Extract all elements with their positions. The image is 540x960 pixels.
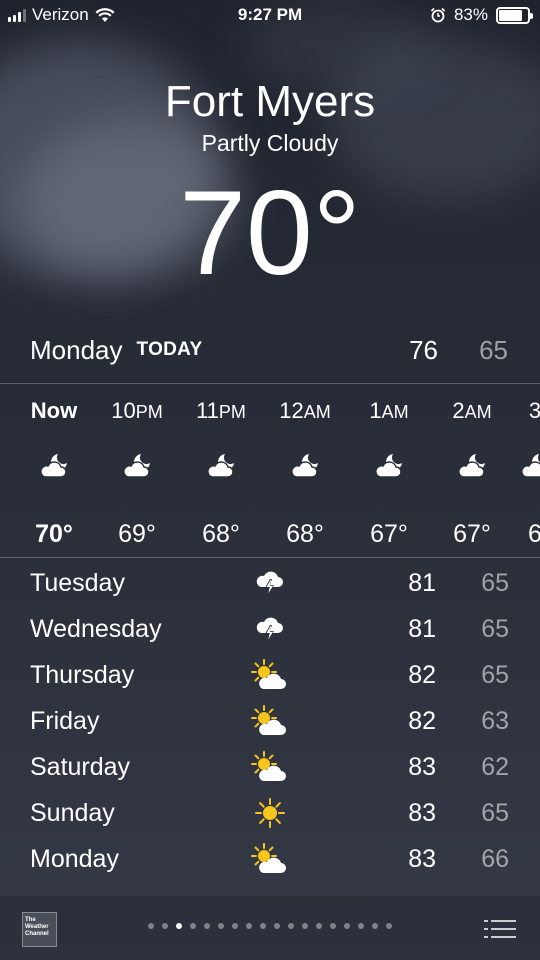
forecast-row: Friday 82 63 — [0, 698, 540, 744]
forecast-day: Thursday — [30, 660, 135, 689]
hour-label: 1 — [369, 398, 382, 423]
hour-label: 3 — [528, 398, 540, 423]
page-dot[interactable] — [288, 923, 294, 929]
today-summary: Monday TODAY 76 65 — [30, 328, 510, 372]
page-dot[interactable] — [260, 923, 266, 929]
forecast-row: Sunday 83 65 — [0, 790, 540, 836]
hour-column: 10PM 69° — [97, 384, 177, 549]
page-dot[interactable] — [274, 923, 280, 929]
partly-sunny-icon — [251, 843, 286, 873]
hour-temperature: 70° — [35, 520, 73, 548]
partly-sunny-icon — [251, 751, 286, 781]
forecast-row: Wednesday 81 65 — [0, 606, 540, 652]
thunderstorm-icon — [256, 571, 283, 596]
forecast-low: 65 — [481, 614, 509, 643]
forecast-low: 66 — [481, 844, 509, 873]
page-dot[interactable] — [148, 923, 154, 929]
hour-temperature: 68° — [286, 520, 324, 548]
forecast-row: Monday 83 66 — [0, 836, 540, 882]
page-dot[interactable] — [344, 923, 350, 929]
page-dot[interactable] — [358, 923, 364, 929]
page-indicator[interactable] — [0, 923, 540, 929]
forecast-low: 62 — [481, 752, 509, 781]
hour-column: 1AM 67° — [349, 384, 429, 549]
today-day: Monday — [30, 334, 123, 365]
hour-label: 12 — [279, 398, 304, 423]
page-dot[interactable] — [190, 923, 196, 929]
page-dot[interactable] — [316, 923, 322, 929]
forecast-day: Saturday — [30, 752, 131, 781]
page-dot[interactable] — [246, 923, 252, 929]
page-dot[interactable] — [372, 923, 378, 929]
forecast-day: Wednesday — [30, 614, 162, 643]
hour-temperature: 69° — [118, 520, 156, 548]
forecast-high: 83 — [408, 844, 436, 873]
battery-icon — [496, 6, 533, 24]
forecast-high: 83 — [408, 798, 436, 827]
forecast-low: 65 — [481, 660, 509, 689]
page-dot[interactable] — [162, 923, 168, 929]
forecast-low: 63 — [481, 706, 509, 735]
weather-channel-logo[interactable]: The Weather Channel — [22, 912, 57, 947]
forecast-row: Thursday 82 65 — [0, 652, 540, 698]
hour-label: Now — [30, 398, 78, 423]
alarm-icon — [430, 7, 446, 23]
today-low: 65 — [479, 334, 508, 365]
partly-cloudy-night-icon — [521, 454, 540, 478]
hour-temperature: 67° — [370, 520, 408, 548]
hourly-forecast[interactable]: Now 70° 10PM 69° 11PM 68° 12AM 68° 1AM 6… — [0, 384, 540, 556]
hour-column: 11PM 68° — [181, 384, 261, 549]
forecast-day: Sunday — [30, 798, 115, 827]
forecast-high: 83 — [408, 752, 436, 781]
city-name: Fort Myers — [164, 77, 376, 126]
daily-forecast[interactable]: Tuesday 81 65 Wednesday 81 65 Thursday 8… — [0, 560, 540, 896]
partly-cloudy-night-icon — [458, 454, 485, 478]
battery-percent: 83% — [453, 5, 488, 24]
status-bar: Verizon 9:27 PM 83% — [0, 0, 540, 32]
thunderstorm-icon — [256, 617, 283, 642]
forecast-high: 82 — [408, 706, 436, 735]
forecast-row: Saturday 83 62 — [0, 744, 540, 790]
forecast-day: Friday — [30, 706, 100, 735]
sunny-icon — [255, 798, 285, 828]
page-dot[interactable] — [218, 923, 224, 929]
forecast-low: 65 — [481, 798, 509, 827]
hour-column: 3 6 — [495, 384, 540, 549]
forecast-high: 81 — [408, 568, 436, 597]
hour-label: 10 — [111, 398, 136, 423]
forecast-day: Tuesday — [30, 568, 125, 597]
today-label: TODAY — [136, 339, 203, 360]
page-dot[interactable] — [330, 923, 336, 929]
partly-sunny-icon — [251, 705, 286, 735]
hour-column: 12AM 68° — [265, 384, 345, 549]
forecast-high: 82 — [408, 660, 436, 689]
page-dot[interactable] — [302, 923, 308, 929]
page-dot[interactable] — [386, 923, 392, 929]
partly-cloudy-night-icon — [40, 454, 67, 478]
forecast-low: 65 — [481, 568, 509, 597]
current-condition: Partly Cloudy — [201, 130, 339, 156]
forecast-row: Tuesday 81 65 — [0, 560, 540, 606]
list-icon[interactable] — [484, 918, 516, 940]
partly-cloudy-night-icon — [123, 454, 150, 478]
page-dot[interactable] — [176, 923, 182, 929]
hour-column: Now 70° — [14, 384, 94, 549]
partly-sunny-icon — [251, 659, 286, 689]
hour-label: 2 — [452, 398, 465, 423]
page-dot[interactable] — [232, 923, 238, 929]
divider — [0, 557, 540, 558]
partly-cloudy-night-icon — [375, 454, 402, 478]
hour-temperature: 6 — [528, 520, 540, 548]
today-high: 76 — [409, 334, 438, 365]
partly-cloudy-night-icon — [207, 454, 234, 478]
page-dot[interactable] — [204, 923, 210, 929]
bottom-toolbar: The Weather Channel — [0, 896, 540, 960]
current-temperature: 70° — [179, 166, 361, 300]
partly-cloudy-night-icon — [291, 454, 318, 478]
hour-label: 11 — [196, 398, 219, 423]
forecast-day: Monday — [30, 844, 119, 873]
forecast-high: 81 — [408, 614, 436, 643]
hour-temperature: 68° — [202, 520, 240, 548]
